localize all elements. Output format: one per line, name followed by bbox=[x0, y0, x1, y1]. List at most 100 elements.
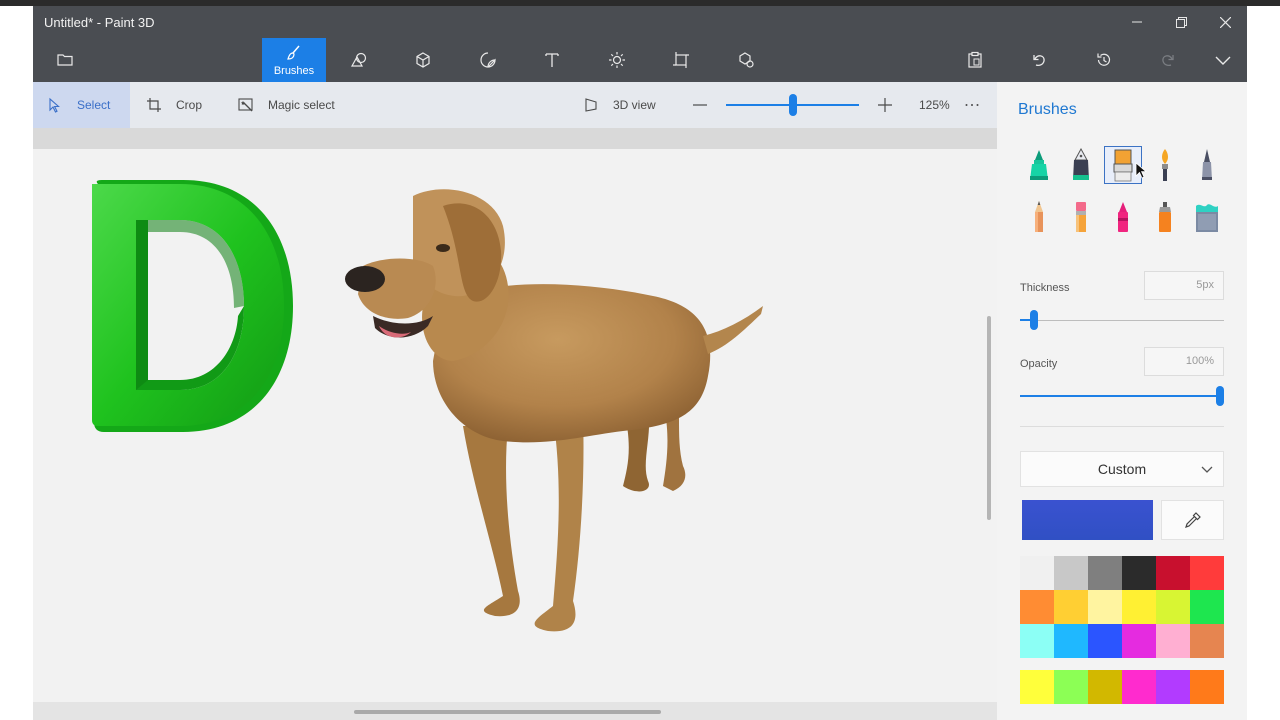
opacity-slider-fill bbox=[1020, 395, 1220, 397]
watercolor-icon bbox=[1162, 149, 1168, 181]
menu-folder-icon bbox=[57, 54, 73, 66]
more-options-button[interactable] bbox=[964, 82, 980, 128]
window-title: Untitled* - Paint 3D bbox=[44, 15, 155, 30]
text-tool-button[interactable] bbox=[520, 38, 584, 82]
zoom-out-button[interactable] bbox=[692, 82, 708, 128]
palette-swatch[interactable] bbox=[1020, 590, 1054, 624]
thickness-slider-thumb[interactable] bbox=[1029, 310, 1038, 330]
palette-swatch[interactable] bbox=[1156, 556, 1190, 590]
cursor-icon bbox=[49, 97, 60, 113]
magic-select-icon bbox=[238, 98, 253, 112]
paste-icon bbox=[968, 51, 982, 68]
vertical-scrollbar[interactable] bbox=[987, 316, 991, 520]
3d-view-toggle[interactable]: 3D view bbox=[583, 82, 656, 128]
crop-icon bbox=[147, 98, 161, 112]
current-color-swatch[interactable] bbox=[1022, 500, 1153, 540]
palette-swatch[interactable] bbox=[1054, 624, 1088, 658]
title-bar: Untitled* - Paint 3D bbox=[33, 6, 1247, 38]
color-mode-dropdown[interactable]: Custom bbox=[1020, 451, 1224, 487]
thickness-slider-track[interactable] bbox=[1020, 320, 1224, 321]
opacity-slider-thumb[interactable] bbox=[1216, 386, 1224, 406]
eyedropper-button[interactable] bbox=[1161, 500, 1224, 540]
palette-swatch[interactable] bbox=[1054, 590, 1088, 624]
pencil-icon bbox=[1035, 201, 1043, 232]
magic-select-button[interactable]: Magic select bbox=[238, 82, 335, 128]
calligraphy-pen-brush[interactable] bbox=[1062, 146, 1100, 184]
expand-toolbar-button[interactable] bbox=[1191, 38, 1255, 82]
close-icon bbox=[1219, 16, 1231, 28]
pixel-pen-icon bbox=[1202, 149, 1212, 180]
eraser-brush[interactable] bbox=[1062, 198, 1100, 236]
3d-shapes-icon bbox=[416, 52, 430, 68]
crop-button[interactable]: Crop bbox=[146, 82, 202, 128]
watercolor-brush[interactable] bbox=[1146, 146, 1184, 184]
canvas-tool-button[interactable] bbox=[649, 38, 713, 82]
fill-bucket-icon bbox=[1196, 204, 1218, 232]
effects-tool-button[interactable] bbox=[585, 38, 649, 82]
horizontal-scrollbar[interactable] bbox=[354, 710, 661, 714]
panel-divider bbox=[1020, 426, 1224, 427]
pixel-pen-brush[interactable] bbox=[1188, 146, 1226, 184]
palette-swatch[interactable] bbox=[1122, 624, 1156, 658]
maximize-button[interactable] bbox=[1159, 6, 1203, 38]
palette-swatch[interactable] bbox=[1054, 556, 1088, 590]
palette-swatch[interactable] bbox=[1020, 624, 1054, 658]
zoom-slider-thumb[interactable] bbox=[788, 94, 797, 116]
canvas-area[interactable] bbox=[33, 128, 997, 720]
crayon-brush[interactable] bbox=[1104, 198, 1142, 236]
2d-shapes-icon bbox=[350, 52, 367, 67]
chevron-down-icon bbox=[1201, 466, 1213, 473]
palette-swatch[interactable] bbox=[1156, 624, 1190, 658]
canvas-top-band bbox=[33, 128, 997, 149]
spray-can-brush[interactable] bbox=[1146, 198, 1184, 236]
minimize-icon bbox=[1132, 21, 1142, 23]
zoom-level: 125% bbox=[919, 98, 950, 112]
3d-library-tool-button[interactable] bbox=[714, 38, 778, 82]
minimize-button[interactable] bbox=[1115, 6, 1159, 38]
thickness-label: Thickness bbox=[1020, 282, 1070, 294]
close-button[interactable] bbox=[1203, 6, 1247, 38]
palette-swatch[interactable] bbox=[1020, 670, 1054, 704]
menu-button[interactable] bbox=[33, 38, 97, 82]
expand-icon bbox=[1215, 56, 1231, 65]
canvas-icon bbox=[673, 52, 689, 68]
3d-dog-object[interactable] bbox=[323, 186, 763, 646]
palette-swatch[interactable] bbox=[1190, 590, 1224, 624]
brushes-tool-button[interactable]: Brushes bbox=[262, 38, 326, 82]
palette-swatch[interactable] bbox=[1122, 590, 1156, 624]
crayon-icon bbox=[1118, 202, 1128, 232]
palette-swatch[interactable] bbox=[1122, 556, 1156, 590]
palette-swatch[interactable] bbox=[1190, 556, 1224, 590]
opacity-value-input[interactable]: 100% bbox=[1144, 347, 1224, 376]
3d-library-icon bbox=[739, 52, 754, 68]
palette-swatch[interactable] bbox=[1054, 670, 1088, 704]
palette-swatch[interactable] bbox=[1088, 590, 1122, 624]
stickers-icon bbox=[480, 52, 496, 68]
pencil-brush[interactable] bbox=[1020, 198, 1058, 236]
3d-view-icon bbox=[585, 98, 597, 112]
2d-shapes-tool-button[interactable] bbox=[327, 38, 391, 82]
fill-brush[interactable] bbox=[1188, 198, 1226, 236]
stickers-tool-button[interactable] bbox=[456, 38, 520, 82]
palette-swatch[interactable] bbox=[1088, 670, 1122, 704]
marker-brush[interactable] bbox=[1020, 146, 1058, 184]
palette-swatch[interactable] bbox=[1156, 670, 1190, 704]
thickness-value-input[interactable]: 5px bbox=[1144, 271, 1224, 300]
palette-swatch[interactable] bbox=[1088, 556, 1122, 590]
undo-icon bbox=[1033, 55, 1045, 67]
panel-heading: Brushes bbox=[1018, 101, 1077, 118]
undo-button[interactable] bbox=[1007, 38, 1071, 82]
history-button[interactable] bbox=[1072, 38, 1136, 82]
palette-swatch[interactable] bbox=[1190, 670, 1224, 704]
3d-shapes-tool-button[interactable] bbox=[391, 38, 455, 82]
palette-swatch[interactable] bbox=[1156, 590, 1190, 624]
palette-swatch[interactable] bbox=[1088, 624, 1122, 658]
palette-swatch[interactable] bbox=[1020, 556, 1054, 590]
3d-letter-d-object[interactable] bbox=[88, 176, 298, 438]
paste-button[interactable] bbox=[943, 38, 1007, 82]
palette-swatch[interactable] bbox=[1122, 670, 1156, 704]
color-mode-value: Custom bbox=[1097, 461, 1147, 477]
palette-swatch[interactable] bbox=[1190, 624, 1224, 658]
zoom-in-button[interactable] bbox=[877, 82, 893, 128]
select-button[interactable]: Select bbox=[33, 82, 130, 128]
